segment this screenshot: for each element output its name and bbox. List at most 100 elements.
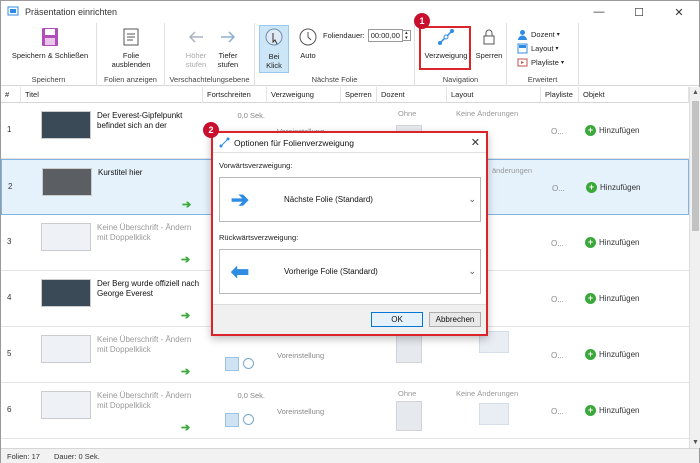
scroll-down-icon[interactable]: ▼ <box>692 439 699 446</box>
arrow-right-icon: ➔ <box>181 310 191 322</box>
title-bar: Präsentation einrichten — ☐ ✕ <box>1 1 699 23</box>
scroll-up-icon[interactable]: ▲ <box>692 89 699 96</box>
clock-icon[interactable] <box>243 358 254 369</box>
highlight-box-branching <box>419 26 471 70</box>
add-object-button[interactable]: + Hinzufügen <box>585 237 639 248</box>
col-header-num[interactable]: # <box>1 87 21 103</box>
auto-button[interactable]: Auto <box>293 25 323 60</box>
forward-branch-value: Nächste Folie (Standard) <box>284 195 373 204</box>
ok-button[interactable]: OK <box>371 312 423 327</box>
close-button[interactable]: ✕ <box>659 1 699 23</box>
row-number: 3 <box>7 237 12 246</box>
playlist-dropdown[interactable]: Playliste ▾ <box>517 57 564 68</box>
group-erweitert: Dozent ▾ Layout ▾ Playliste ▾ Erweitert <box>507 23 579 86</box>
chevron-down-icon: ⌄ <box>468 266 476 276</box>
person-icon <box>518 30 527 40</box>
add-object-button[interactable]: + Hinzufügen <box>585 405 639 416</box>
maximize-button[interactable]: ☐ <box>619 1 659 23</box>
forward-branch-select[interactable]: ➔ Nächste Folie (Standard) ⌄ <box>219 177 481 222</box>
app-icon <box>7 6 19 16</box>
chevron-down-icon: ▾ <box>555 46 559 52</box>
slide-title: Keine Überschrift - Ändern mit Doppelkli… <box>97 391 192 410</box>
row-number: 1 <box>7 125 12 134</box>
plus-icon: + <box>586 182 597 193</box>
layout-thumbnail[interactable] <box>479 403 509 425</box>
slide-thumbnail <box>41 223 91 251</box>
col-header-branch[interactable]: Verzweigung <box>267 87 341 103</box>
row-number: 2 <box>8 182 13 191</box>
scrollbar-thumb[interactable] <box>692 101 699 231</box>
window-title: Präsentation einrichten <box>25 7 118 17</box>
col-header-playlist[interactable]: Playliste <box>541 87 579 103</box>
minimize-button[interactable]: — <box>579 1 619 23</box>
row-number: 4 <box>7 293 12 302</box>
demote-button[interactable]: Tiefer stufen <box>211 25 245 69</box>
dialog-title-bar: Optionen für Folienverzweigung ✕ <box>213 133 486 153</box>
col-header-lock[interactable]: Sperren <box>341 87 377 103</box>
presenter-dropdown[interactable]: Dozent ▾ <box>517 29 560 40</box>
group-label: Speichern <box>31 75 66 84</box>
layout-value: Keine Änderungen <box>456 389 519 398</box>
vertical-scrollbar[interactable]: ▲ ▼ <box>689 87 700 448</box>
plus-icon: + <box>585 125 596 136</box>
on-click-toggle[interactable] <box>225 357 239 371</box>
chevron-down-icon: ▾ <box>556 32 560 38</box>
progress-value: 0,0 Sek. <box>237 391 265 400</box>
group-naechste-folie: Bei Klick Auto Foliendauer: 00:00,00 ▴ ▾ … <box>255 23 415 86</box>
group-verschachtelung: Höher stufen Tiefer stufen Verschachtelu… <box>165 23 255 86</box>
slide-duration-input[interactable]: 00:00,00 <box>367 29 403 42</box>
clock-icon <box>296 25 320 49</box>
cancel-button[interactable]: Abbrechen <box>429 312 481 327</box>
lock-icon <box>477 25 501 49</box>
playlist-icon <box>517 58 528 67</box>
add-object-button[interactable]: + Hinzufügen <box>585 125 639 136</box>
table-row[interactable]: 6 Keine Überschrift - Ändern mit Doppelk… <box>1 383 689 439</box>
col-header-object[interactable]: Objekt <box>579 87 689 103</box>
backward-label: Rückwärtsverzweigung: <box>219 233 299 242</box>
group-label: Verschachtelungsebene <box>169 75 250 84</box>
group-label: Nächste Folie <box>311 75 358 84</box>
hide-slide-button[interactable]: Folie ausblenden <box>105 25 157 69</box>
layout-value: änderungen <box>492 166 533 175</box>
on-click-button[interactable]: Bei Klick <box>259 25 289 73</box>
backward-branch-select[interactable]: ⬅ Vorherige Folie (Standard) ⌄ <box>219 249 481 294</box>
col-header-presenter[interactable]: Dozent <box>377 87 447 103</box>
progress-controls <box>225 357 254 371</box>
playlist-value: O... <box>551 295 564 304</box>
forward-label: Vorwärtsverzweigung: <box>219 161 293 170</box>
col-header-layout[interactable]: Layout <box>447 87 541 103</box>
plus-icon: + <box>585 349 596 360</box>
progress-controls <box>225 413 254 427</box>
presenter-value: Ohne <box>398 389 417 398</box>
lock-button[interactable]: Sperren <box>473 25 505 60</box>
layout-dropdown[interactable]: Layout ▾ <box>517 43 559 54</box>
layout-value: Keine Änderungen <box>456 109 519 118</box>
playlist-value: O... <box>551 407 564 416</box>
dialog-close-icon[interactable]: ✕ <box>471 136 480 149</box>
playlist-value: O... <box>551 127 564 136</box>
clock-icon[interactable] <box>243 414 254 425</box>
on-click-toggle[interactable] <box>225 413 239 427</box>
add-object-button[interactable]: + Hinzufügen <box>585 293 639 304</box>
branch-value: Voreinstellung <box>277 407 325 416</box>
backward-branch-value: Vorherige Folie (Standard) <box>284 267 378 276</box>
callout-badge-1: 1 <box>414 13 430 29</box>
group-speichern: Speichern & Schließen Speichern <box>1 23 97 86</box>
add-object-button[interactable]: + Hinzufügen <box>586 182 640 193</box>
ribbon: Speichern & Schließen Speichern Folie au… <box>1 13 699 86</box>
col-header-progress[interactable]: Fortschreiten <box>203 87 267 103</box>
arrow-left-icon: ⬅ <box>230 258 250 284</box>
chevron-down-icon: ▾ <box>560 60 564 66</box>
save-close-button[interactable]: Speichern & Schließen <box>7 25 93 60</box>
presenter-avatar[interactable] <box>396 401 422 431</box>
slide-title: Der Berg wurde offiziell nach George Eve… <box>97 279 200 298</box>
slide-title: Keine Überschrift - Ändern mit Doppelkli… <box>97 223 192 242</box>
duration-spinner[interactable]: ▴ ▾ <box>402 30 411 41</box>
presenter-value: Ohne <box>398 109 417 118</box>
arrow-right-icon: ➔ <box>181 422 191 434</box>
promote-button[interactable]: Höher stufen <box>179 25 213 69</box>
dialog-footer: OK Abbrechen <box>213 304 486 334</box>
col-header-title[interactable]: Titel <box>21 87 203 103</box>
add-object-button[interactable]: + Hinzufügen <box>585 349 639 360</box>
callout-badge-2: 2 <box>203 122 219 138</box>
